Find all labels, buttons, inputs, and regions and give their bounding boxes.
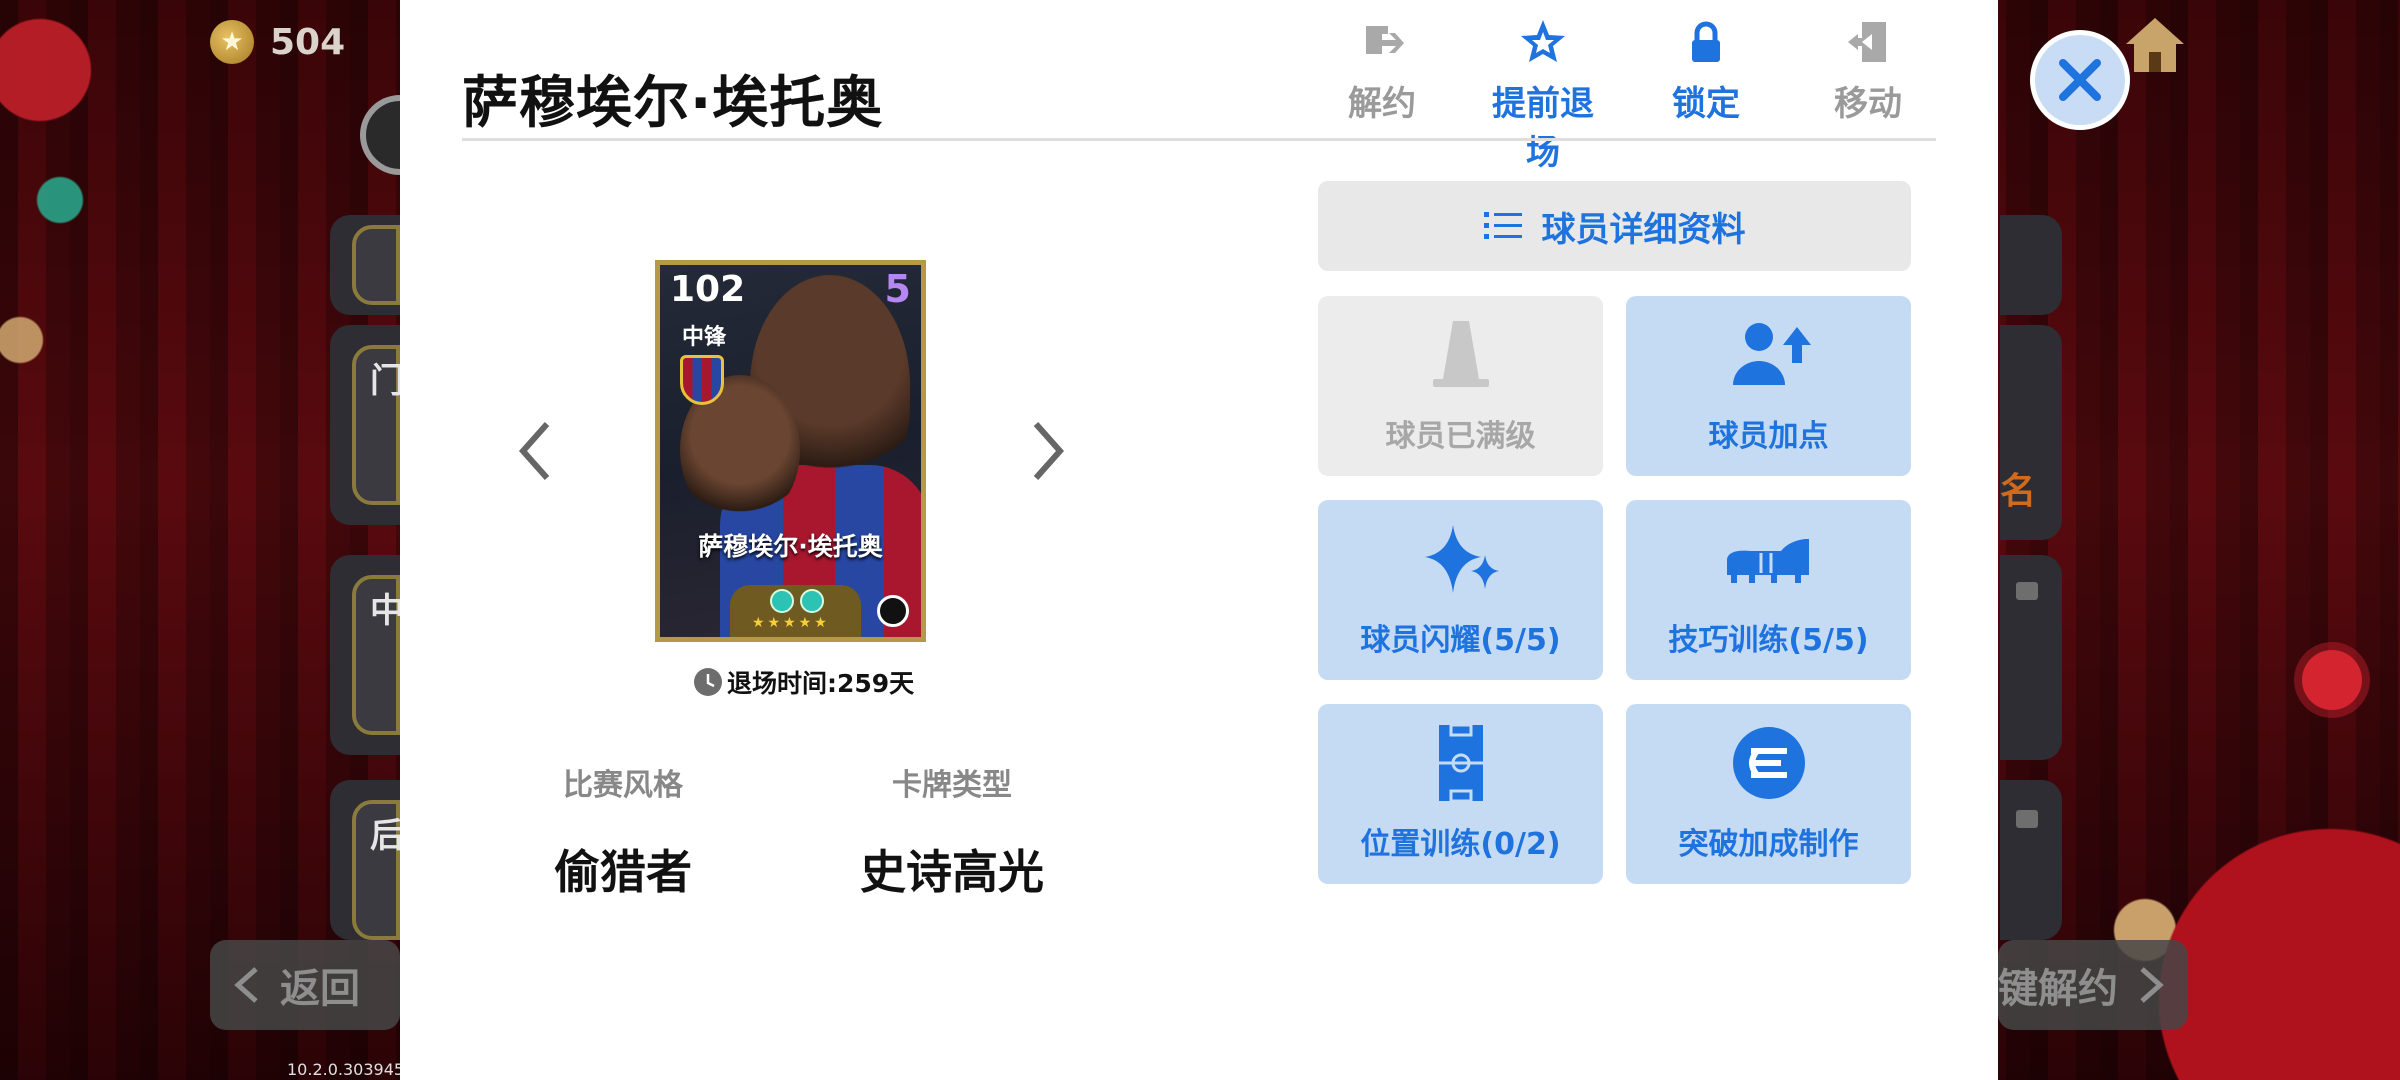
header-divider [462, 138, 1936, 141]
card-type-value: 史诗高光 [860, 845, 1044, 899]
player-details-label: 球员详细资料 [1541, 209, 1746, 250]
early-retire-icon [1521, 20, 1565, 62]
background-list-item: 中 [330, 555, 404, 755]
retire-time: 退场时间:259天 [693, 664, 914, 700]
player-detail-modal: 萨穆埃尔·埃托奥 解约 提前退场 锁定 移动 102 中锋 5 萨穆埃尔·埃托奥… [400, 0, 1998, 1080]
card-stars: ★★★★★ [752, 615, 830, 631]
lock-icon [2016, 810, 2038, 828]
gem-icon [770, 589, 794, 613]
skill-training-button[interactable]: 技巧训练(5/5) [1626, 500, 1911, 680]
next-player-arrow[interactable] [1028, 418, 1068, 484]
flower-decoration [2302, 650, 2362, 710]
retire-time-text: 退场时间:259天 [727, 669, 915, 698]
background-player-list: 门 中 后 [330, 215, 404, 940]
position-training-button[interactable]: 位置训练(0/2) [1318, 704, 1603, 884]
player-shine-label: 球员闪耀(5/5) [1360, 623, 1561, 658]
lock-icon [2016, 582, 2038, 600]
background-right-block [2000, 780, 2062, 940]
clock-icon [694, 668, 722, 696]
card-type: 卡牌类型 史诗高光 [852, 760, 1052, 902]
release-button[interactable]: 解约 [1317, 18, 1447, 125]
background-card-position: 门 [370, 361, 404, 401]
lock-icon [1692, 21, 1720, 62]
home-icon [2126, 18, 2184, 72]
back-button: 返回 [210, 940, 400, 1030]
skill-training-label: 技巧训练(5/5) [1668, 623, 1869, 658]
play-style-label: 比赛风格 [563, 768, 683, 803]
player-upgrade-button[interactable]: 球员加点 [1626, 296, 1911, 476]
efootball-logo-icon [1732, 727, 1805, 799]
background-right-block [2000, 215, 2062, 315]
early-retire-label: 提前退场 [1492, 84, 1594, 173]
background-list-item: 后 [330, 780, 404, 940]
background-decoration-left [0, 0, 140, 380]
background-list-item [330, 215, 400, 315]
close-icon [2059, 59, 2101, 101]
list-icon [1483, 212, 1522, 239]
move-icon [1848, 22, 1886, 62]
play-style-value: 偷猎者 [554, 845, 692, 899]
coin-value: 504 [270, 21, 346, 63]
position-training-label: 位置训练(0/2) [1360, 827, 1561, 862]
player-details-button[interactable]: 球员详细资料 [1318, 181, 1911, 271]
background-card-position: 后 [370, 816, 404, 856]
player-max-level-button[interactable]: 球员已满级 [1318, 296, 1603, 476]
version-label: 10.2.0.3039452 [287, 1060, 415, 1079]
efootball-logo-icon [877, 595, 909, 627]
close-button[interactable] [2030, 30, 2130, 130]
player-shine-button[interactable]: 球员闪耀(5/5) [1318, 500, 1603, 680]
football-boot-icon [1726, 539, 1809, 583]
star-coin-icon: ★ [210, 20, 254, 64]
card-position: 中锋 [682, 325, 727, 350]
player-upgrade-label: 球员加点 [1708, 419, 1829, 454]
player-card[interactable]: 102 中锋 5 萨穆埃尔·埃托奥 ★★★★★ [655, 260, 926, 642]
chevron-right-icon [2140, 967, 2164, 1003]
release-icon [1366, 26, 1404, 54]
lock-button[interactable]: 锁定 [1641, 18, 1771, 125]
lock-label: 锁定 [1672, 84, 1740, 124]
chevron-left-icon [234, 967, 258, 1003]
card-level: 5 [884, 267, 911, 311]
barcelona-crest-icon [680, 355, 724, 405]
card-player-name: 萨穆埃尔·埃托奥 [698, 532, 883, 561]
card-gems [770, 589, 824, 613]
background-card-position: 中 [370, 591, 404, 631]
player-name-title: 萨穆埃尔·埃托奥 [462, 71, 884, 136]
sparkle-icon [1424, 525, 1499, 593]
gem-icon [800, 589, 824, 613]
early-retire-button[interactable]: 提前退场 [1478, 18, 1608, 174]
card-type-label: 卡牌类型 [892, 768, 1012, 803]
move-label: 移动 [1834, 84, 1902, 124]
previous-player-arrow[interactable] [515, 418, 555, 484]
pitch-icon [1438, 725, 1483, 801]
play-style: 比赛风格 偷猎者 [523, 760, 723, 902]
background-card-tile [352, 225, 400, 305]
release-label: 解约 [1348, 84, 1416, 124]
bulk-release-label: 键解约 [1998, 966, 2118, 1012]
player-max-level-label: 球员已满级 [1385, 419, 1536, 454]
player-upgrade-icon [1732, 323, 1811, 385]
background-list-item: 门 [330, 325, 404, 525]
training-cone-icon [1432, 321, 1489, 387]
move-button[interactable]: 移动 [1803, 18, 1933, 125]
coin-counter: ★ 504 [210, 20, 345, 64]
back-label: 返回 [280, 966, 360, 1012]
background-bulk-release-button: 键解约 [1998, 940, 2188, 1030]
background-rank-label: 名 [2000, 471, 2037, 512]
breakthrough-bonus-button[interactable]: 突破加成制作 [1626, 704, 1911, 884]
breakthrough-bonus-label: 突破加成制作 [1678, 827, 1859, 862]
card-rating: 102 [670, 269, 746, 310]
